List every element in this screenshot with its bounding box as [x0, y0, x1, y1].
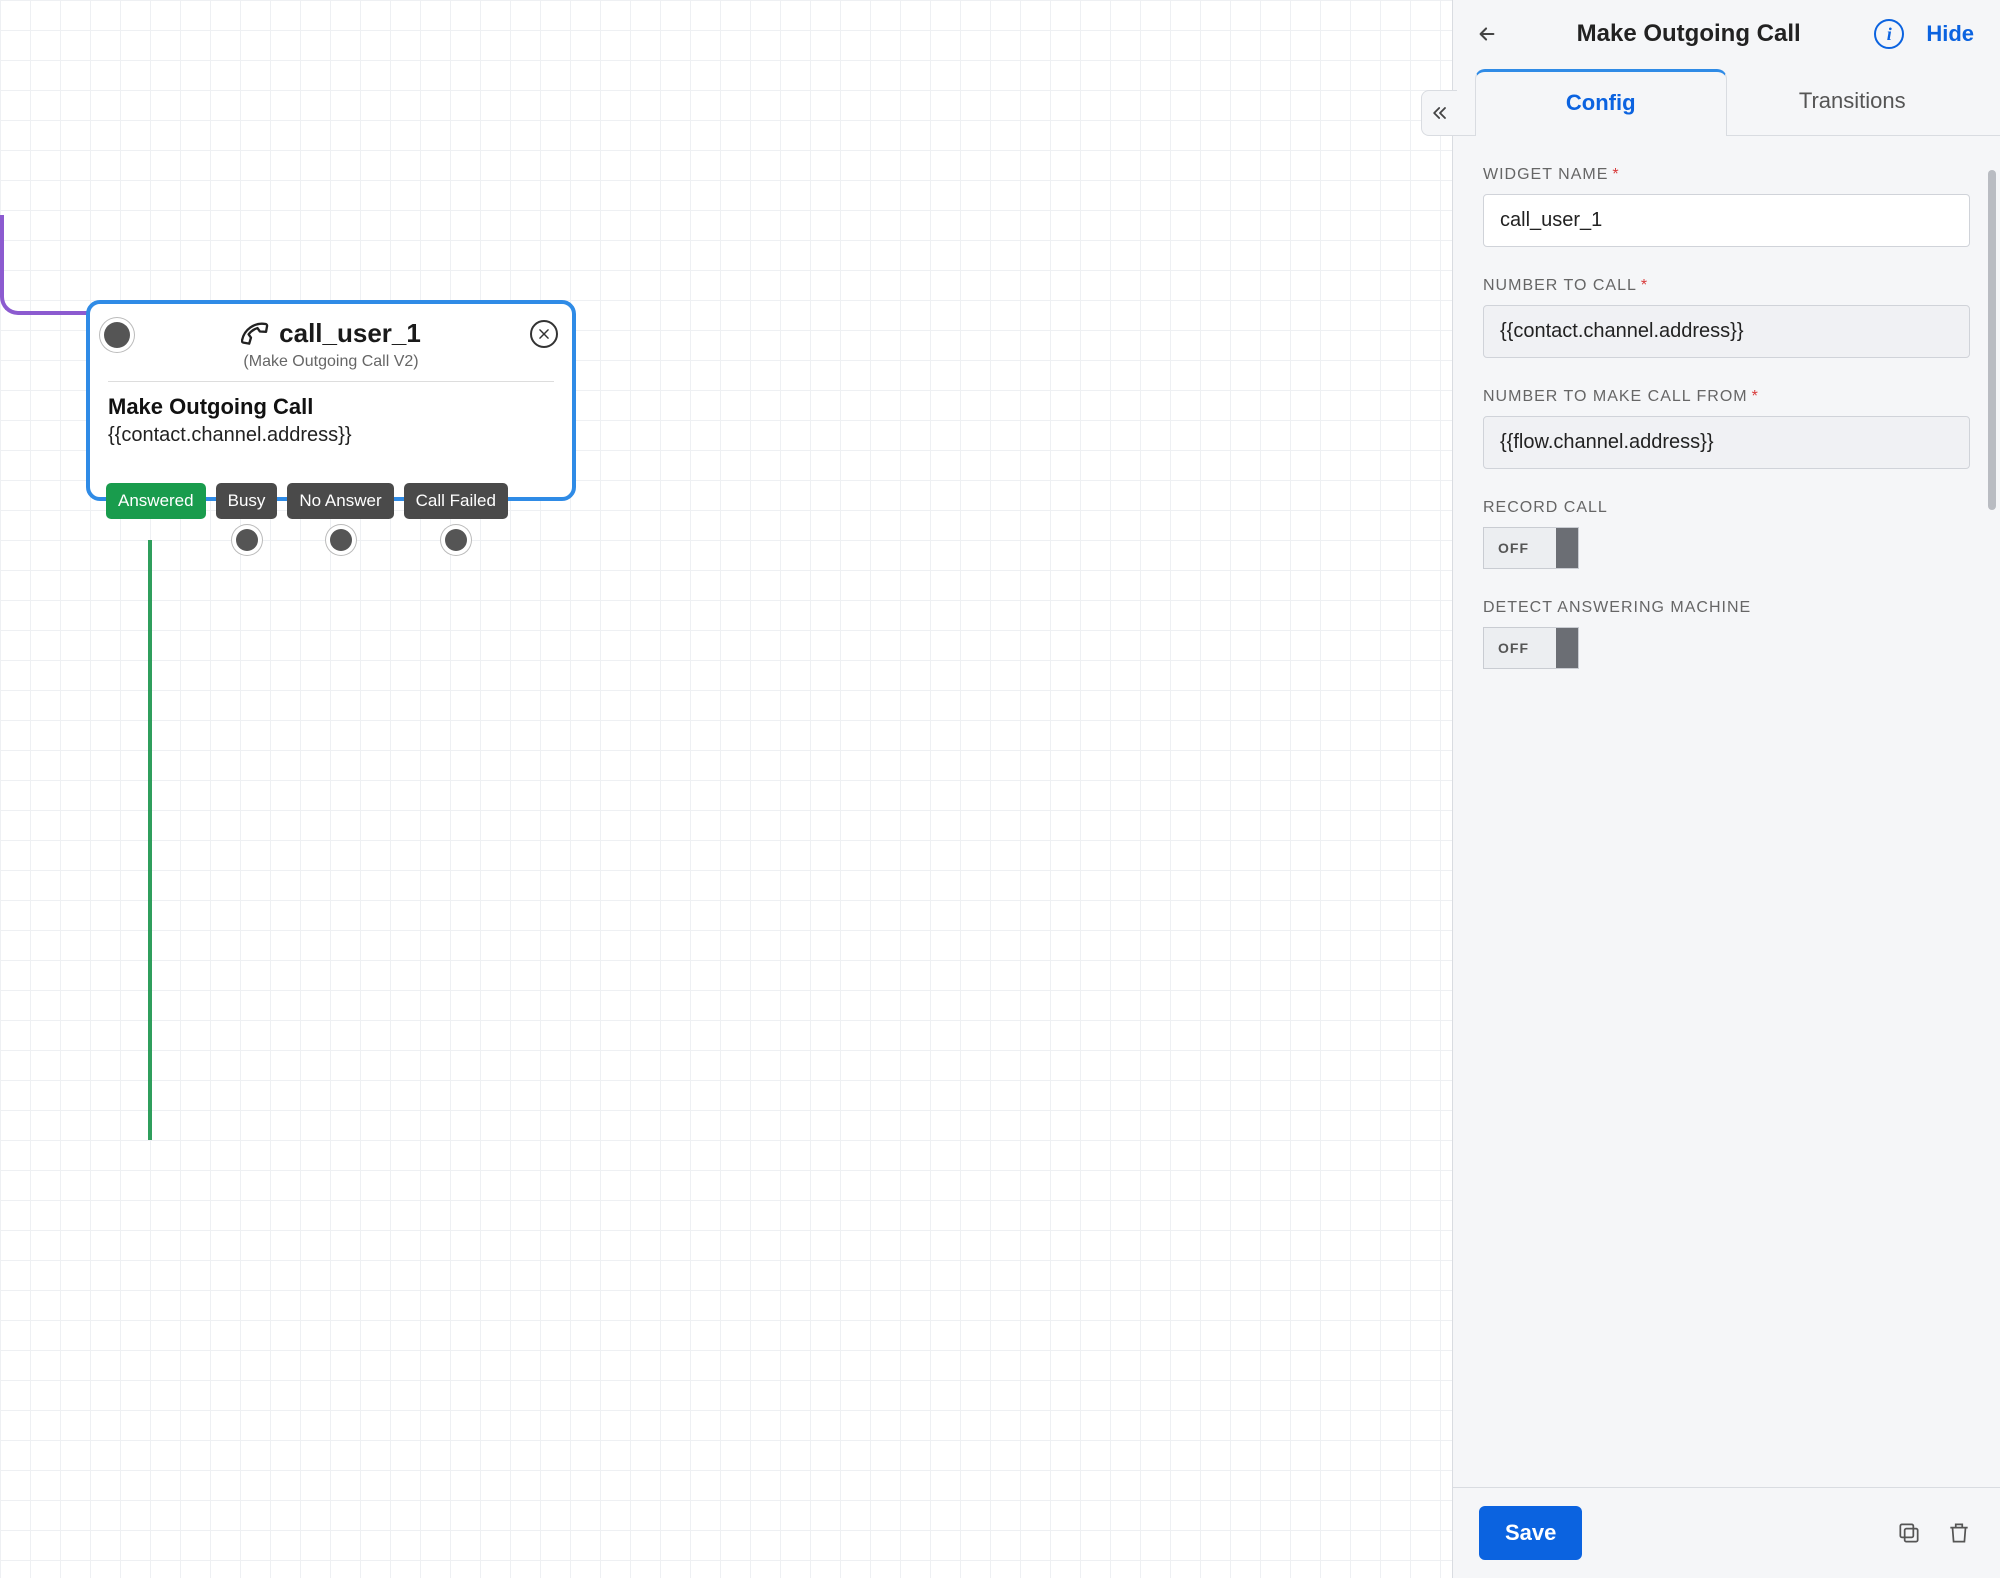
input-number-to-call[interactable]	[1483, 305, 1970, 358]
widget-card[interactable]: call_user_1 (Make Outgoing Call V2) Make…	[86, 300, 576, 501]
hide-button[interactable]: Hide	[1926, 21, 1974, 47]
panel-header: Make Outgoing Call i Hide	[1453, 0, 2000, 68]
chevron-double-left-icon	[1430, 103, 1450, 123]
outcome-label: Answered	[118, 491, 194, 510]
toggle-record-call[interactable]: OFF	[1483, 527, 1579, 569]
panel-tabs: Config Transitions	[1453, 68, 2000, 136]
divider	[108, 381, 554, 382]
widget-close-button[interactable]	[530, 320, 558, 348]
widget-type-label: (Make Outgoing Call V2)	[90, 353, 572, 381]
outcome-answered[interactable]: Answered	[106, 483, 206, 519]
outcome-label: Call Failed	[416, 491, 496, 510]
label-widget-name: WIDGET NAME*	[1483, 166, 1970, 184]
arrow-left-icon	[1476, 23, 1498, 45]
scrollbar[interactable]	[1988, 170, 1996, 510]
panel-collapse-button[interactable]	[1421, 90, 1457, 136]
toggle-detect-answering-machine[interactable]: OFF	[1483, 627, 1579, 669]
delete-button[interactable]	[1944, 1518, 1974, 1548]
toggle-value: OFF	[1484, 640, 1529, 656]
outcome-label: No Answer	[299, 491, 381, 510]
connector-answered	[148, 540, 152, 1140]
input-widget-name[interactable]	[1483, 194, 1970, 247]
config-form[interactable]: WIDGET NAME* NUMBER TO CALL* NUMBER TO M…	[1453, 136, 2000, 1487]
label-detect-answering-machine: DETECT ANSWERING MACHINE	[1483, 599, 1970, 617]
config-panel: Make Outgoing Call i Hide Config Transit…	[1452, 0, 2000, 1578]
close-icon	[537, 327, 551, 341]
phone-icon	[241, 320, 269, 348]
outcome-port[interactable]	[236, 529, 258, 551]
outcome-port[interactable]	[330, 529, 352, 551]
toggle-knob	[1556, 628, 1578, 668]
outcome-busy[interactable]: Busy	[216, 483, 278, 519]
widget-action-expression: {{contact.channel.address}}	[108, 424, 554, 447]
input-number-from[interactable]	[1483, 416, 1970, 469]
info-icon: i	[1887, 24, 1892, 45]
trash-icon	[1946, 1520, 1972, 1546]
outcome-no-answer[interactable]: No Answer	[287, 483, 393, 519]
copy-icon	[1896, 1520, 1922, 1546]
back-button[interactable]	[1471, 18, 1503, 50]
panel-footer: Save	[1453, 1487, 2000, 1578]
widget-outcomes: Answered Busy No Answer Call Failed	[106, 483, 508, 519]
outcome-label: Busy	[228, 491, 266, 510]
info-button[interactable]: i	[1874, 19, 1904, 49]
tab-config[interactable]: Config	[1475, 69, 1727, 136]
widget-title: call_user_1	[279, 318, 421, 349]
panel-title: Make Outgoing Call	[1503, 20, 1874, 48]
duplicate-button[interactable]	[1894, 1518, 1924, 1548]
label-number-to-call: NUMBER TO CALL*	[1483, 277, 1970, 295]
label-record-call: RECORD CALL	[1483, 499, 1970, 517]
toggle-value: OFF	[1484, 540, 1529, 556]
tab-transitions[interactable]: Transitions	[1727, 69, 1979, 136]
outcome-port[interactable]	[445, 529, 467, 551]
save-button[interactable]: Save	[1479, 1506, 1582, 1560]
label-number-from: NUMBER TO MAKE CALL FROM*	[1483, 388, 1970, 406]
outcome-call-failed[interactable]: Call Failed	[404, 483, 508, 519]
widget-header: call_user_1	[90, 304, 572, 353]
widget-action-title: Make Outgoing Call	[108, 394, 554, 420]
toggle-knob	[1556, 528, 1578, 568]
